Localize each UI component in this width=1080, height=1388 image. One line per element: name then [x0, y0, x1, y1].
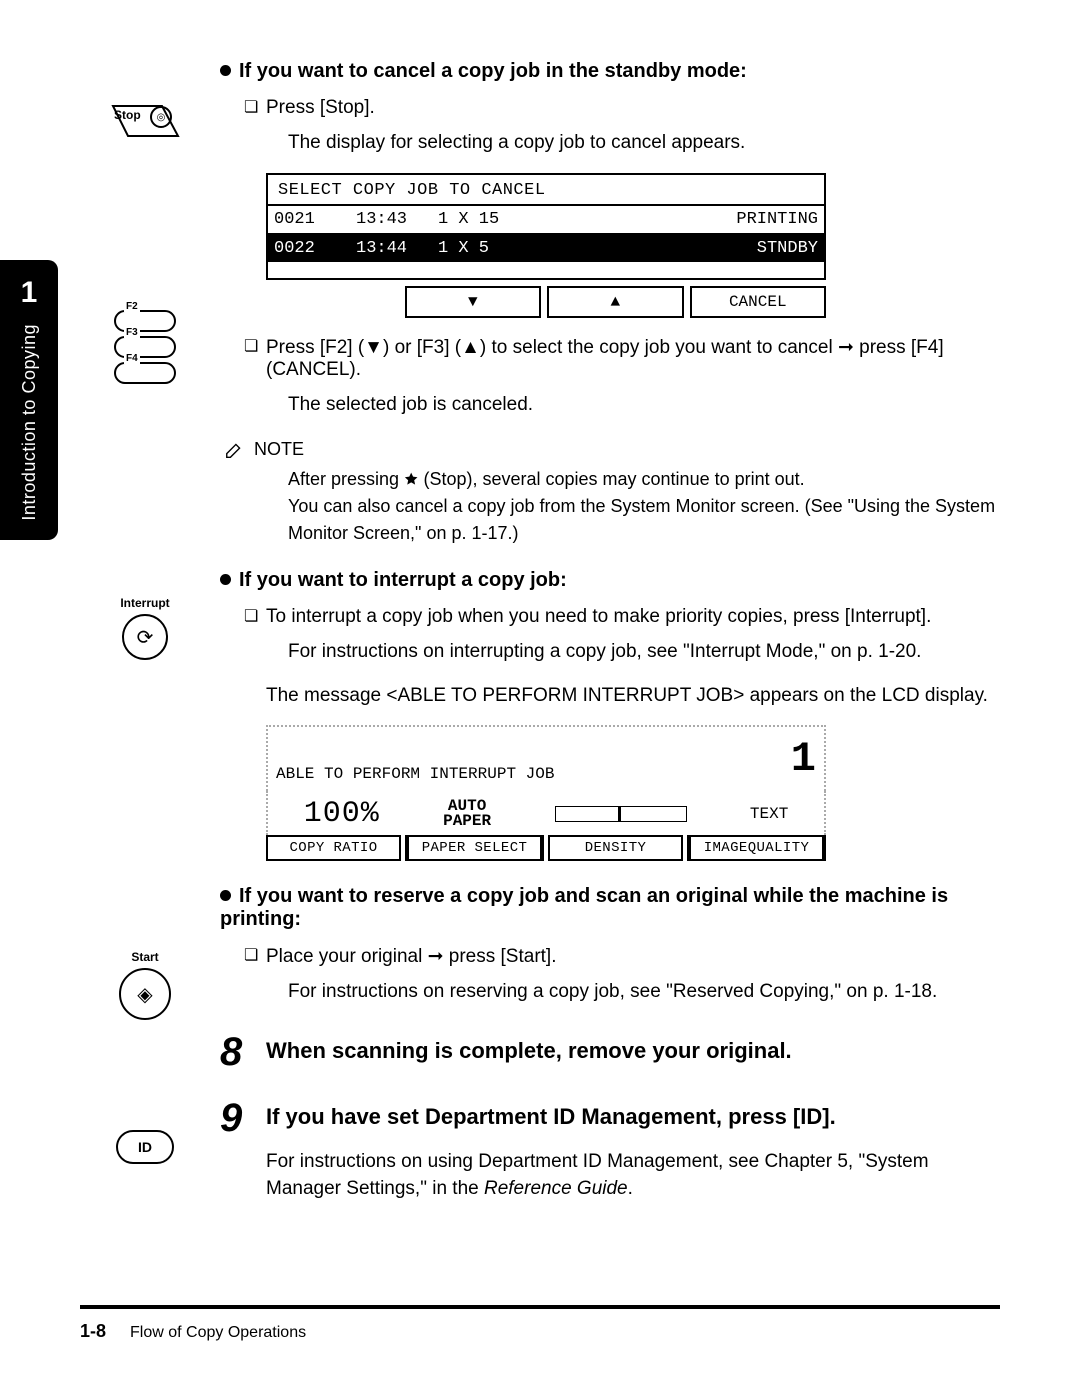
page-footer: 1-8 Flow of Copy Operations — [80, 1321, 1000, 1342]
lcd2-cell-paperselect[interactable]: PAPER SELECT — [405, 835, 544, 861]
section1-sub1: The display for selecting a copy job to … — [288, 129, 1000, 157]
note-label: NOTE — [254, 439, 304, 460]
section2-sub2: The message <ABLE TO PERFORM INTERRUPT J… — [266, 682, 1000, 710]
lcd1-row-1: 0021 13:43 1 X 15 PRINTING — [266, 204, 826, 233]
lcd2-cell-copyratio[interactable]: COPY RATIO — [266, 835, 401, 861]
lcd2-ratio: 100% — [304, 797, 380, 831]
interrupt-key-icon: Interrupt ⟳ — [90, 596, 200, 660]
footer-page-number: 1-8 — [80, 1321, 106, 1342]
start-label: Start — [90, 950, 200, 964]
lcd2-text-mode: TEXT — [750, 805, 788, 823]
id-button-icon: ID — [116, 1130, 174, 1164]
pencil-icon — [224, 438, 246, 460]
section2-heading: If you want to interrupt a copy job: — [220, 569, 1000, 592]
start-button-icon: ◈ — [119, 968, 171, 1020]
lcd2-cell-imagequality[interactable]: IMAGEQUALITY — [687, 835, 826, 861]
footer-title: Flow of Copy Operations — [130, 1324, 306, 1342]
section1-sub2: The selected job is canceled. — [288, 391, 1000, 419]
interrupt-label: Interrupt — [90, 596, 200, 610]
lcd1-slot-empty — [266, 286, 399, 314]
chapter-label: Introduction to Copying — [19, 324, 40, 521]
section1-item1: Press [Stop]. — [244, 97, 1000, 119]
stop-label: Stop — [114, 108, 141, 122]
section3-sub1: For instructions on reserving a copy job… — [288, 978, 1000, 1006]
footer-rule — [80, 1305, 1000, 1309]
chapter-tab: 1 Introduction to Copying — [0, 260, 58, 540]
lcd2-title: ABLE TO PERFORM INTERRUPT JOB — [276, 765, 554, 783]
step-9-text: If you have set Department ID Management… — [266, 1100, 1000, 1130]
note-heading: NOTE — [224, 438, 1000, 460]
stop-key-icon: ◎ Stop — [90, 96, 200, 156]
interrupt-button-icon: ⟳ — [122, 614, 168, 660]
start-key-icon: Start ◈ — [90, 950, 200, 1020]
section3-heading: If you want to reserve a copy job and sc… — [220, 885, 1000, 931]
section1-item2: Press [F2] (▼) or [F3] (▲) to select the… — [244, 336, 1000, 381]
step-9: 9 If you have set Department ID Manageme… — [220, 1100, 1000, 1138]
chapter-number: 1 — [21, 276, 38, 310]
section2-sub1: For instructions on interrupting a copy … — [288, 638, 1000, 666]
section2-item1: To interrupt a copy job when you need to… — [244, 606, 1000, 628]
section3-item1: Place your original ➞ press [Start]. — [244, 945, 1000, 968]
function-keys-icon: F2 F3 F4 — [90, 306, 200, 388]
step-8-text: When scanning is complete, remove your o… — [266, 1034, 1000, 1064]
id-key-icon: ID — [90, 1130, 200, 1164]
lcd1-down-button[interactable]: ▼ — [405, 286, 542, 318]
lcd-interrupt: ABLE TO PERFORM INTERRUPT JOB 1 100% AUT… — [266, 725, 826, 861]
step-8: 8 When scanning is complete, remove your… — [220, 1034, 1000, 1072]
lcd2-density-bar — [555, 806, 687, 822]
lcd-select-job: SELECT COPY JOB TO CANCEL 0021 13:43 1 X… — [266, 173, 826, 318]
lcd1-up-button[interactable]: ▲ — [547, 286, 684, 318]
step-8-number: 8 — [220, 1032, 266, 1072]
lcd1-row-2-selected: 0022 13:44 1 X 5 STNDBY — [266, 233, 826, 262]
lcd2-cell-density[interactable]: DENSITY — [548, 835, 683, 861]
step-9-body: For instructions on using Department ID … — [266, 1148, 1000, 1203]
lcd2-auto-paper: AUTO PAPER — [443, 799, 491, 829]
lcd2-count: 1 — [791, 735, 816, 783]
lcd1-cancel-button[interactable]: CANCEL — [690, 286, 827, 318]
f4-key-icon: F4 — [114, 362, 176, 384]
lcd1-title: SELECT COPY JOB TO CANCEL — [266, 173, 826, 204]
note-body: After pressing 🟊 (Stop), several copies … — [288, 466, 1000, 547]
section1-heading: If you want to cancel a copy job in the … — [220, 60, 1000, 83]
step-9-number: 9 — [220, 1098, 266, 1138]
